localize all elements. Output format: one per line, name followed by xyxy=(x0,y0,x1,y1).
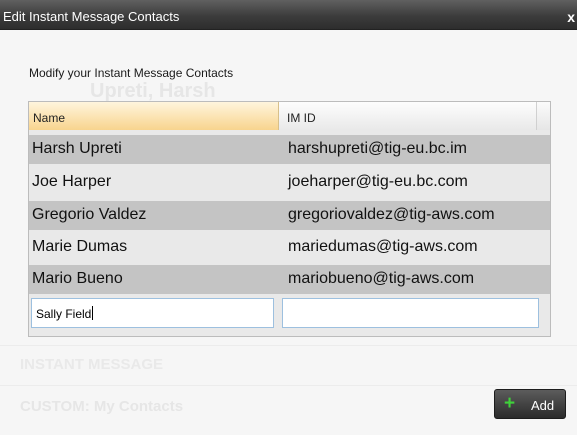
text-caret xyxy=(92,306,94,320)
background-contact-name: Upreti, Harsh xyxy=(90,80,216,102)
close-icon[interactable]: x xyxy=(567,9,575,25)
grid-header: Name IM ID xyxy=(29,102,550,130)
cell-name: Joe Harper xyxy=(32,173,112,190)
table-row[interactable]: Harsh Upreti harshupreti@tig-eu.bc.im xyxy=(29,135,550,164)
dialog-title: Edit Instant Message Contacts xyxy=(3,9,180,24)
new-contact-name-input[interactable]: Sally Field xyxy=(31,298,274,328)
cell-im-id: mariobueno@tig-aws.com xyxy=(288,270,475,287)
cell-name: Gregorio Valdez xyxy=(32,206,147,223)
dialog-title-bar[interactable]: Edit Instant Message Contacts x xyxy=(0,0,577,30)
new-contact-im-id-input[interactable] xyxy=(282,298,539,328)
cell-name: Harsh Upreti xyxy=(32,140,122,157)
background-divider xyxy=(0,385,577,386)
table-row[interactable]: Mario Bueno mariobueno@tig-aws.com xyxy=(29,265,550,294)
scrollbar-corner xyxy=(536,102,550,130)
cell-name: Mario Bueno xyxy=(32,270,123,287)
table-row[interactable]: Joe Harper joeharper@tig-eu.bc.com xyxy=(29,168,550,197)
add-button[interactable]: + Add xyxy=(494,389,566,419)
cell-im-id: harshupreti@tig-eu.bc.im xyxy=(288,140,467,157)
table-row[interactable]: Marie Dumas mariedumas@tig-aws.com xyxy=(29,233,550,262)
dialog-prompt: Modify your Instant Message Contacts xyxy=(29,66,234,80)
background-section-custom: CUSTOM: My Contacts xyxy=(20,398,184,415)
new-contact-name-value: Sally Field xyxy=(36,307,92,321)
plus-icon: + xyxy=(504,393,516,414)
column-header-im-id[interactable]: IM ID xyxy=(279,102,536,130)
table-row[interactable]: Gregorio Valdez gregoriovaldez@tig-aws.c… xyxy=(29,201,550,230)
cell-im-id: mariedumas@tig-aws.com xyxy=(288,238,478,255)
add-button-label: Add xyxy=(531,398,555,413)
contacts-grid[interactable]: Name IM ID Harsh Upreti harshupreti@tig-… xyxy=(28,101,551,337)
cell-name: Marie Dumas xyxy=(32,238,128,255)
cell-im-id: joeharper@tig-eu.bc.com xyxy=(288,173,468,190)
background-divider xyxy=(0,345,577,346)
background-section-instant-message: INSTANT MESSAGE xyxy=(20,356,164,373)
cell-im-id: gregoriovaldez@tig-aws.com xyxy=(288,206,495,223)
column-header-name[interactable]: Name xyxy=(29,102,279,130)
